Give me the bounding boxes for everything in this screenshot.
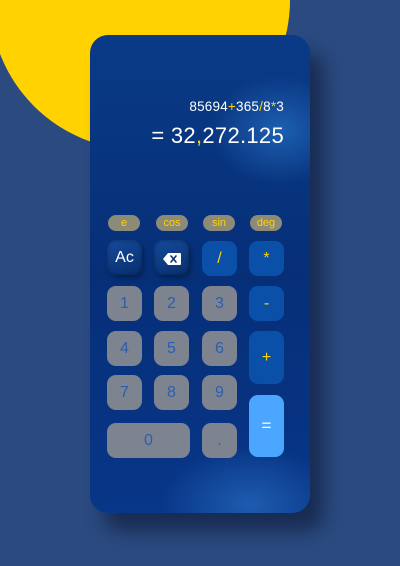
digit-7-button[interactable]: 7 — [107, 375, 142, 410]
expr-token: 85694 — [189, 99, 228, 114]
decimal-point-button[interactable]: . — [202, 423, 237, 458]
backspace-button[interactable] — [154, 240, 189, 275]
equals-button[interactable]: = — [249, 395, 284, 457]
e-button[interactable]: e — [108, 215, 140, 231]
expr-operator: + — [227, 99, 237, 114]
digit-2-button[interactable]: 2 — [154, 286, 189, 321]
digit-0-button[interactable]: 0 — [107, 423, 190, 458]
plus-button[interactable]: + — [249, 331, 284, 384]
digit-5-button[interactable]: 5 — [154, 331, 189, 366]
digit-1-button[interactable]: 1 — [107, 286, 142, 321]
digit-6-button[interactable]: 6 — [202, 331, 237, 366]
sin-button[interactable]: sin — [203, 215, 235, 231]
result-prefix: = 32 — [151, 123, 196, 148]
backspace-icon — [162, 252, 181, 265]
result-suffix: 272.125 — [202, 123, 284, 148]
expr-token: 3 — [276, 99, 284, 114]
digit-9-button[interactable]: 9 — [202, 375, 237, 410]
expr-token: 8 — [263, 99, 271, 114]
digit-8-button[interactable]: 8 — [154, 375, 189, 410]
digit-3-button[interactable]: 3 — [202, 286, 237, 321]
expression-display: 85694+365/8*3 — [189, 99, 284, 114]
result-display: = 32,272.125 — [151, 123, 284, 149]
divide-button[interactable]: / — [202, 241, 237, 276]
digit-4-button[interactable]: 4 — [107, 331, 142, 366]
minus-button[interactable]: - — [249, 286, 284, 321]
calculator-body: 85694+365/8*3 = 32,272.125 e cos sin deg… — [90, 35, 310, 513]
multiply-button[interactable]: * — [249, 241, 284, 276]
cos-button[interactable]: cos — [156, 215, 188, 231]
deg-button[interactable]: deg — [250, 215, 282, 231]
expr-token: 365 — [236, 99, 260, 114]
all-clear-button[interactable]: Ac — [107, 240, 142, 275]
